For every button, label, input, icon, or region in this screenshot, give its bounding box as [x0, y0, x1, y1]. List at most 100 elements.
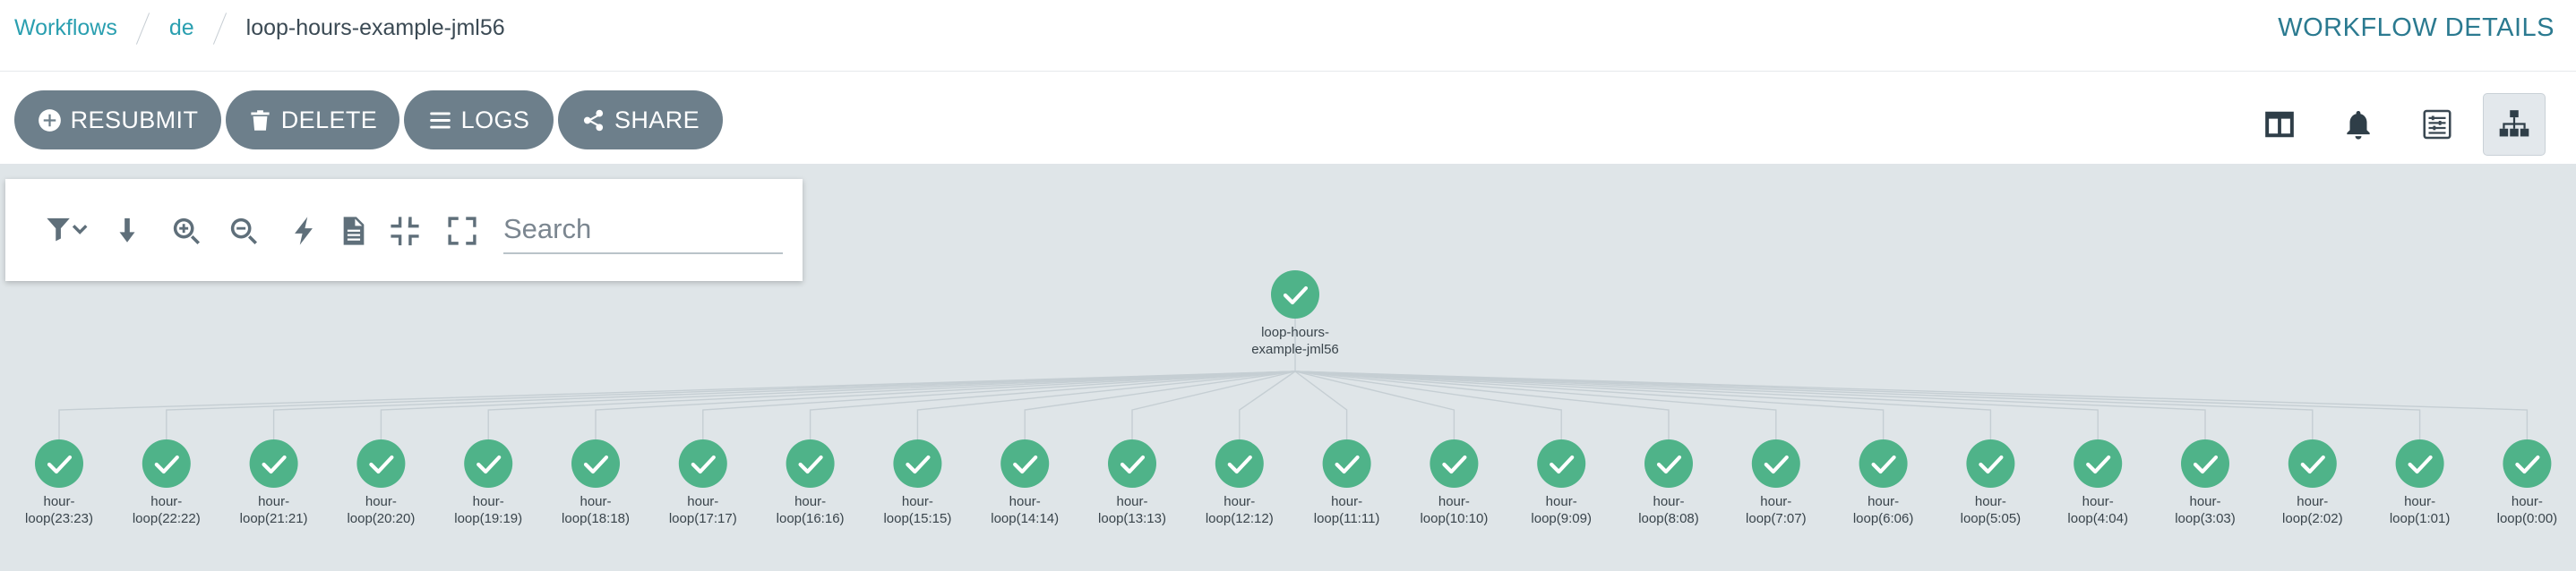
breadcrumb: Workflows de loop-hours-example-jml56	[14, 0, 505, 55]
hour-loop-node[interactable]	[1430, 439, 1479, 488]
hour-loop-node[interactable]	[2288, 439, 2337, 488]
collapse-tool[interactable]	[385, 211, 425, 251]
node-status-circle	[893, 439, 942, 488]
summary-view-button[interactable]	[2406, 93, 2469, 156]
file-tool[interactable]	[334, 211, 374, 251]
hour-loop-node[interactable]	[356, 439, 406, 488]
filter-tool[interactable]	[36, 211, 99, 251]
breadcrumb-current: loop-hours-example-jml56	[245, 14, 505, 40]
node-status-circle	[1000, 439, 1050, 488]
graph-icon	[2499, 110, 2529, 137]
graph-edge	[1131, 371, 1296, 439]
hour-loop-node[interactable]	[1966, 439, 2015, 488]
zoom-in-icon	[173, 217, 201, 245]
hour-loop-node[interactable]	[786, 439, 835, 488]
node-status-circle	[1215, 439, 1264, 488]
delete-button[interactable]: DELETE	[226, 90, 399, 149]
hour-loop-node[interactable]	[1000, 439, 1050, 488]
file-icon	[343, 217, 365, 245]
graph-edge	[1294, 371, 2206, 439]
hour-loop-node[interactable]	[2181, 439, 2229, 488]
download-icon	[119, 217, 135, 243]
node-status-circle	[2395, 439, 2444, 488]
breadcrumb-workflows-link[interactable]: Workflows	[14, 15, 117, 41]
split-panel-view-button[interactable]	[2248, 93, 2311, 156]
zoom-out-icon	[230, 217, 258, 245]
node-status-circle	[2074, 439, 2123, 488]
graph-edge	[1294, 371, 2421, 439]
filter-icon	[47, 217, 88, 242]
shrink-icon	[391, 217, 419, 246]
hour-loop-node[interactable]	[1859, 439, 1908, 488]
hour-loop-node[interactable]	[2503, 439, 2552, 488]
list-icon	[429, 112, 451, 128]
node-status-circle	[786, 439, 835, 488]
node-status-circle	[1271, 270, 1319, 319]
graph-tool-panel	[5, 179, 803, 281]
hour-loop-node[interactable]	[1537, 439, 1586, 488]
graph-edge	[380, 371, 1296, 439]
node-status-circle	[35, 439, 83, 488]
hour-loop-node[interactable]	[142, 439, 191, 488]
share-label: SHARE	[614, 106, 700, 133]
node-status-circle	[1859, 439, 1908, 488]
hour-loop-node[interactable]	[1644, 439, 1693, 488]
share-icon	[583, 109, 604, 131]
workflow-root-node[interactable]	[1271, 270, 1319, 319]
graph-edge	[166, 371, 1296, 439]
node-status-circle	[1322, 439, 1371, 488]
hour-loop-node[interactable]	[464, 439, 513, 488]
plus-circle-icon	[38, 108, 61, 132]
hour-loop-node[interactable]	[1751, 439, 1800, 488]
node-status-circle	[678, 439, 727, 488]
top-bar: Workflows de loop-hours-example-jml56 WO…	[0, 0, 2576, 72]
node-status-circle	[571, 439, 620, 488]
download-tool[interactable]	[107, 211, 147, 251]
node-label-line: hour-	[2511, 494, 2543, 509]
trash-icon	[251, 109, 270, 131]
workflow-details-page: Workflows de loop-hours-example-jml56 WO…	[0, 0, 2576, 571]
zoom-in-tool[interactable]	[167, 211, 206, 251]
hour-loop-node[interactable]	[678, 439, 727, 488]
hour-loop-node[interactable]	[35, 439, 83, 488]
graph-edge	[1239, 371, 1296, 439]
node-status-circle	[249, 439, 298, 488]
action-toolbar: RESUBMIT DELETE LOGS SHARE	[0, 72, 2576, 165]
share-button[interactable]: SHARE	[558, 90, 723, 149]
node-status-circle	[142, 439, 191, 488]
summary-icon	[2423, 109, 2451, 140]
logs-button[interactable]: LOGS	[404, 90, 554, 149]
workflow-graph-panel[interactable]: loop-hours-example-jml56hour-loop(23:23)…	[0, 165, 2576, 571]
resubmit-button[interactable]: RESUBMIT	[14, 90, 221, 149]
fullscreen-tool[interactable]	[442, 211, 482, 251]
logs-label: LOGS	[460, 106, 530, 133]
hour-loop-node[interactable]	[2395, 439, 2444, 488]
graph-search-input[interactable]	[503, 206, 783, 254]
split-panel-icon	[2265, 111, 2294, 138]
node-status-circle	[2181, 439, 2229, 488]
node-status-circle	[1644, 439, 1693, 488]
hour-loop-node[interactable]	[571, 439, 620, 488]
node-status-circle	[356, 439, 406, 488]
node-status-circle	[1108, 439, 1156, 488]
bell-icon	[2347, 110, 2370, 140]
hour-loop-node[interactable]	[893, 439, 942, 488]
delete-label: DELETE	[280, 106, 378, 133]
hour-loop-label: hour-loop(0:00)	[2464, 493, 2576, 527]
hour-loop-node[interactable]	[1215, 439, 1264, 488]
hour-loop-node[interactable]	[1322, 439, 1371, 488]
workflow-root-label: loop-hours-example-jml56	[1232, 324, 1358, 358]
node-status-circle	[1537, 439, 1586, 488]
bolt-icon	[295, 217, 313, 245]
fast-render-tool[interactable]	[284, 211, 323, 251]
hour-loop-node[interactable]	[249, 439, 298, 488]
node-status-circle	[2503, 439, 2552, 488]
hour-loop-node[interactable]	[2074, 439, 2123, 488]
events-view-button[interactable]	[2327, 93, 2390, 156]
graph-view-button[interactable]	[2483, 93, 2546, 156]
node-status-circle	[1430, 439, 1479, 488]
breadcrumb-separator	[210, 10, 230, 46]
zoom-out-tool[interactable]	[224, 211, 263, 251]
breadcrumb-namespace-link[interactable]: de	[169, 15, 194, 41]
hour-loop-node[interactable]	[1108, 439, 1156, 488]
